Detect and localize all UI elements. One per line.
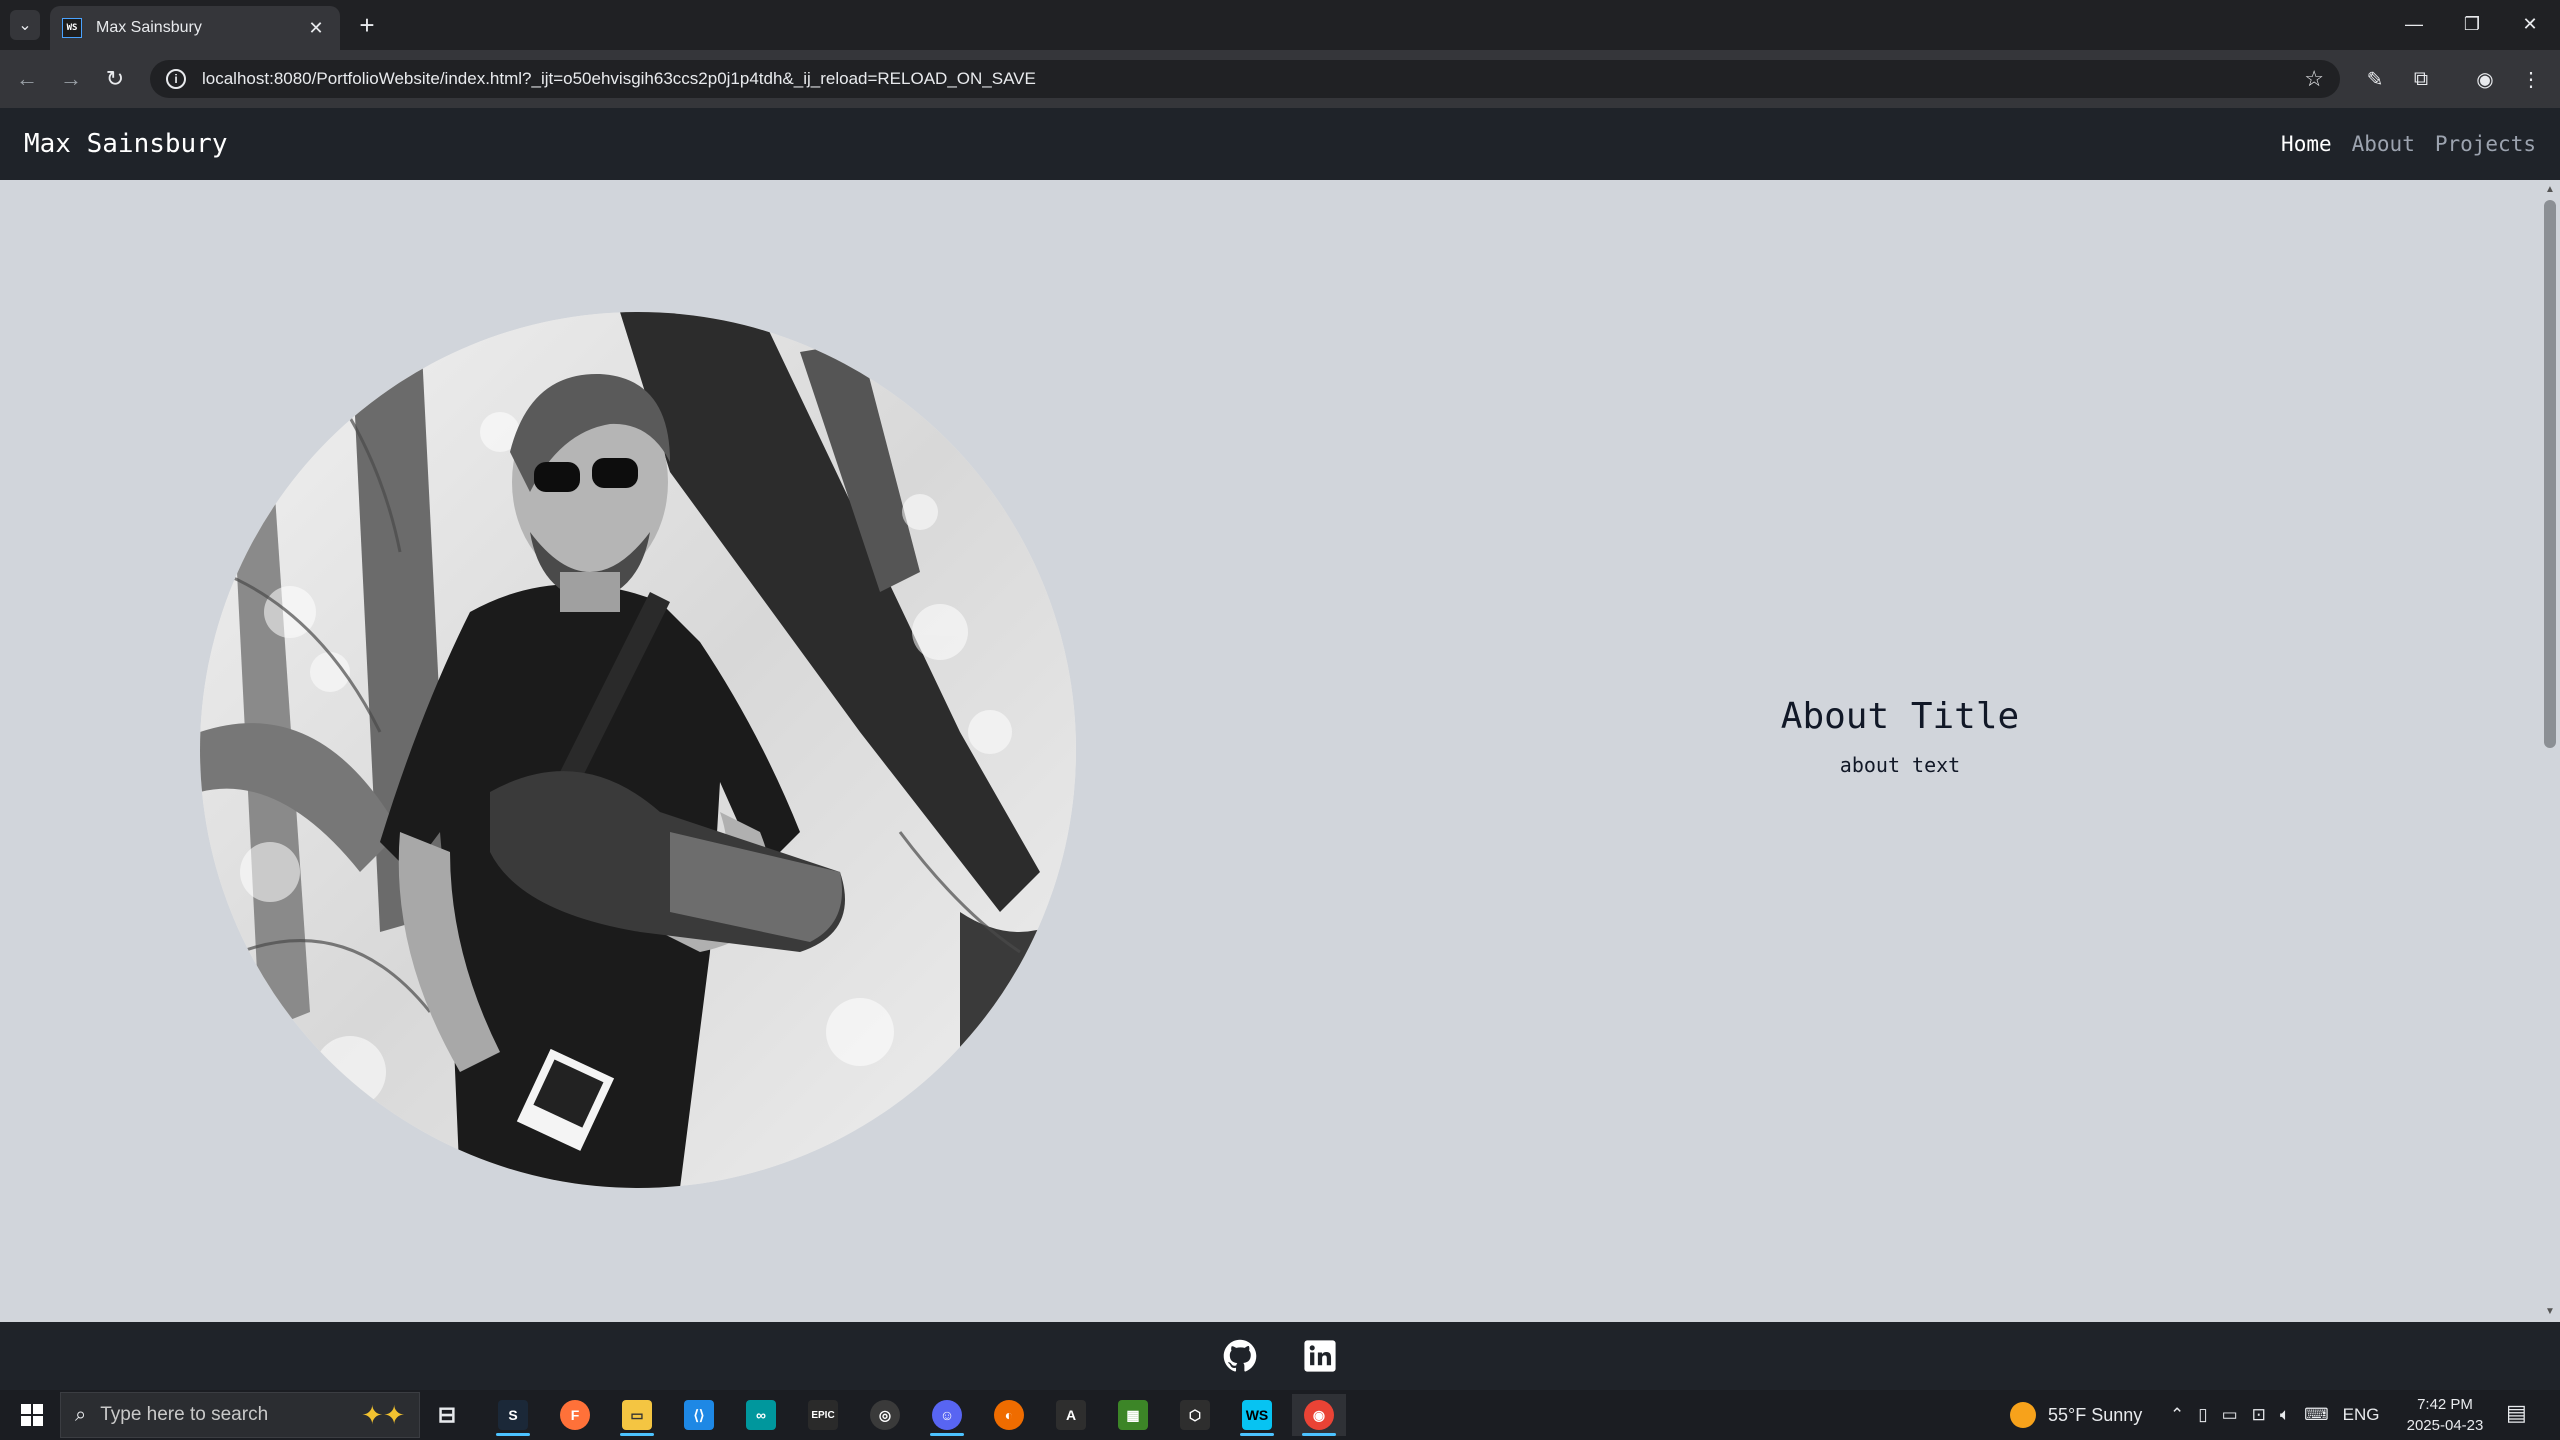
browser-tab[interactable]: WS Max Sainsbury ✕ (50, 6, 340, 50)
tab-close-icon[interactable]: ✕ (304, 18, 328, 39)
weather-text: 55°F Sunny (2048, 1404, 2143, 1425)
keyboard-icon[interactable]: ⌨ (2304, 1405, 2329, 1425)
windows-logo-icon (21, 1404, 43, 1426)
menu-icon[interactable]: ⋮ (2516, 64, 2546, 94)
bookmark-star-icon[interactable]: ☆ (2304, 66, 2324, 92)
url-text[interactable]: localhost:8080/PortfolioWebsite/index.ht… (202, 69, 2304, 89)
volume-icon[interactable]: 🔈︎ (2280, 1405, 2290, 1425)
site-navbar: Max Sainsbury Home About Projects (0, 108, 2560, 180)
device-icon[interactable]: ▯ (2198, 1405, 2207, 1425)
sun-icon (2010, 1402, 2036, 1428)
task-view-button[interactable]: ⊟ (420, 1394, 474, 1436)
github-icon[interactable] (1223, 1339, 1257, 1373)
discord-app-icon[interactable]: ☺ (920, 1394, 974, 1436)
chrome-app-icon[interactable]: ◉ (1292, 1394, 1346, 1436)
forward-icon[interactable]: → (56, 64, 86, 94)
language-indicator[interactable]: ENG (2343, 1405, 2380, 1425)
webpage: Max Sainsbury Home About Projects About … (0, 108, 2560, 1322)
reload-icon[interactable]: ↻ (100, 64, 130, 94)
scroll-thumb[interactable] (2544, 200, 2556, 748)
close-window-button[interactable]: ✕ (2502, 6, 2558, 42)
system-tray: ⌃ ▯ ▭ ⊡ 🔈︎ ⌨ ENG (2170, 1390, 2380, 1440)
about-title: About Title (1780, 696, 2020, 737)
webstorm-favicon-icon: WS (62, 18, 82, 38)
about-section: About Title about text (1660, 696, 2140, 777)
copilot-sparkle-icon: ✦✦ (361, 1399, 405, 1430)
file-explorer-app-icon[interactable]: ▭ (610, 1394, 664, 1436)
epic-games-app-icon[interactable]: EPIC (796, 1394, 850, 1436)
show-hidden-icons-icon[interactable]: ⌃ (2170, 1405, 2184, 1425)
back-icon[interactable]: ← (12, 64, 42, 94)
nav-link-projects[interactable]: Projects (2435, 132, 2536, 156)
tab-search-button[interactable]: ⌄ (10, 10, 40, 40)
nav-links: Home About Projects (2281, 132, 2536, 156)
vscode-app-icon[interactable]: ⟨⟩ (672, 1394, 726, 1436)
extensions-icon[interactable]: ⧉ (2406, 64, 2436, 94)
display-icon[interactable]: ▭ (2222, 1405, 2238, 1425)
firefox-app-icon[interactable]: F (548, 1394, 602, 1436)
about-text: about text (1839, 753, 1961, 777)
weather-widget[interactable]: 55°F Sunny (2010, 1390, 2142, 1440)
tab-title: Max Sainsbury (96, 19, 202, 36)
search-placeholder: Type here to search (100, 1404, 269, 1425)
eyedropper-icon[interactable]: ✎ (2360, 64, 2390, 94)
nav-link-home[interactable]: Home (2281, 132, 2332, 156)
scroll-down-icon[interactable]: ▼ (2544, 1306, 2556, 1318)
restore-button[interactable]: ❐ (2444, 6, 2500, 42)
minimize-button[interactable]: — (2386, 6, 2442, 42)
notification-icon[interactable]: ▤ (2506, 1400, 2536, 1430)
new-tab-button[interactable]: + (352, 10, 382, 40)
start-button[interactable] (10, 1390, 54, 1440)
linkedin-icon[interactable] (1303, 1339, 1337, 1373)
site-info-icon[interactable]: i (166, 69, 186, 89)
address-bar[interactable]: i localhost:8080/PortfolioWebsite/index.… (150, 60, 2340, 98)
network-icon[interactable]: ⊡ (2252, 1405, 2266, 1425)
profile-icon[interactable]: ◉ (2470, 64, 2500, 94)
site-brand[interactable]: Max Sainsbury (24, 129, 228, 159)
blender-app-icon[interactable]: ◎ (858, 1394, 912, 1436)
profile-photo (200, 312, 1076, 1188)
clock-date: 2025-04-23 (2406, 1417, 2484, 1434)
clock-time: 7:42 PM (2417, 1396, 2473, 1413)
browser-tab-strip: ⌄ WS Max Sainsbury ✕ + — ❐ ✕ (0, 0, 2560, 50)
taskbar-search[interactable]: ⌕ Type here to search ✦✦ (60, 1392, 420, 1438)
site-footer (0, 1322, 2560, 1390)
clock[interactable]: 7:42 PM 2025-04-23 (2400, 1394, 2490, 1436)
arduino-app-icon[interactable]: ∞ (734, 1394, 788, 1436)
steam-app-icon[interactable]: S (486, 1394, 540, 1436)
scroll-up-icon[interactable]: ▲ (2544, 184, 2556, 196)
page-scrollbar[interactable]: ▲ ▼ (2540, 180, 2560, 1322)
webstorm-app-icon[interactable]: WS (1230, 1394, 1284, 1436)
inkscape-app-icon[interactable]: A (1044, 1394, 1098, 1436)
minecraft-app-icon[interactable]: ▦ (1106, 1394, 1160, 1436)
unity-app-icon[interactable]: ⬡ (1168, 1394, 1222, 1436)
browser-toolbar: ← → ↻ i localhost:8080/PortfolioWebsite/… (0, 50, 2560, 108)
search-icon: ⌕ (75, 1403, 87, 1426)
windows-taskbar: ⌕ Type here to search ✦✦ ⊟ S F ▭ ⟨⟩ ∞ EP… (0, 1390, 2560, 1440)
unity-hub-app-icon[interactable]: ◐ (982, 1394, 1036, 1436)
nav-link-about[interactable]: About (2352, 132, 2415, 156)
